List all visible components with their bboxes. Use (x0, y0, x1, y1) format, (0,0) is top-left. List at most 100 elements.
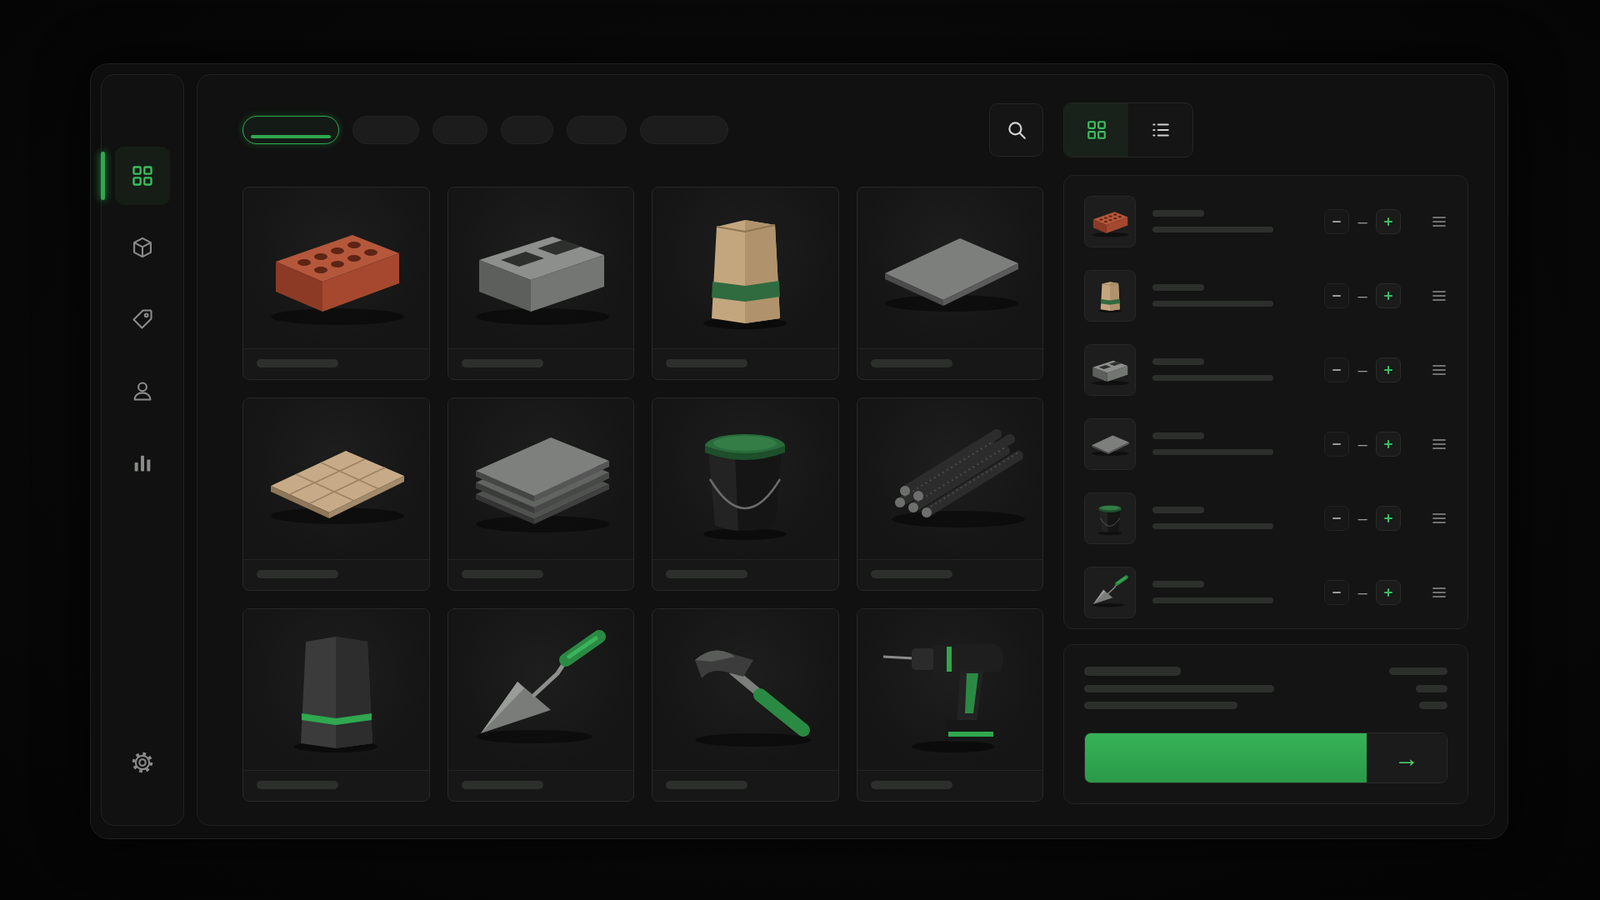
chart-icon (130, 450, 155, 475)
plus-button[interactable] (1375, 505, 1401, 531)
sidebar-item[interactable] (115, 290, 170, 349)
minus-button[interactable] (1324, 357, 1350, 383)
tag-icon (130, 307, 155, 331)
product-card[interactable] (447, 397, 635, 591)
category-tab[interactable] (500, 115, 554, 145)
checkout-button[interactable] (1085, 733, 1367, 783)
drag-handle-icon[interactable] (1430, 287, 1448, 305)
plus-button[interactable] (1375, 431, 1401, 457)
product-card[interactable] (651, 186, 840, 380)
quantity-control: – (1324, 209, 1401, 235)
cart-item: – (1084, 332, 1448, 407)
product-image (243, 187, 430, 349)
cart-item-text (1152, 580, 1308, 604)
plus-icon (1382, 512, 1395, 525)
plus-icon (1382, 215, 1395, 228)
product-image (448, 187, 635, 349)
product-image (857, 609, 1044, 770)
minus-icon (1330, 512, 1343, 525)
gear-icon (130, 750, 155, 775)
product-image (448, 609, 635, 770)
product-card[interactable] (651, 608, 840, 802)
category-tab[interactable] (640, 115, 729, 145)
category-tab[interactable] (566, 115, 627, 145)
quantity: – (1349, 213, 1376, 230)
quantity-control: – (1324, 357, 1401, 383)
minus-icon (1330, 586, 1343, 599)
label-placeholder (1084, 666, 1181, 676)
view-toggle (1063, 102, 1194, 158)
minus-icon (1330, 290, 1343, 302)
plus-button[interactable] (1375, 283, 1401, 309)
product-card[interactable] (242, 608, 430, 802)
minus-button[interactable] (1324, 431, 1350, 457)
product-card[interactable] (856, 608, 1045, 802)
detail-placeholder (1152, 375, 1274, 381)
product-image (652, 187, 839, 349)
minus-button[interactable] (1324, 580, 1350, 605)
drag-handle-icon[interactable] (1430, 361, 1448, 379)
name-placeholder (461, 780, 544, 790)
sidebar (100, 74, 185, 826)
product-image (857, 187, 1044, 349)
sidebar-item[interactable] (115, 433, 170, 492)
cart-thumbnail (1084, 566, 1136, 619)
product-image (857, 398, 1044, 560)
category-tab[interactable] (242, 115, 340, 145)
product-card[interactable] (242, 397, 430, 591)
settings-item[interactable] (115, 733, 170, 792)
minus-icon (1330, 438, 1343, 450)
cart-item-text (1152, 432, 1308, 455)
cube-icon (130, 235, 155, 260)
product-image (652, 609, 839, 770)
cart-item: – (1084, 480, 1448, 555)
value-placeholder (1415, 685, 1448, 693)
category-tabs (242, 115, 729, 145)
detail-placeholder (1152, 449, 1274, 455)
plus-button[interactable] (1375, 209, 1401, 235)
product-card[interactable] (447, 186, 635, 380)
minus-button[interactable] (1324, 283, 1350, 309)
label-placeholder (1084, 701, 1238, 710)
minus-button[interactable] (1324, 209, 1350, 235)
plus-icon (1382, 364, 1395, 376)
checkout-arrow-button[interactable]: → (1366, 733, 1447, 783)
sidebar-item[interactable] (115, 218, 170, 277)
grid-icon (130, 164, 155, 188)
view-grid-button[interactable] (1064, 103, 1129, 157)
product-footer (243, 770, 430, 801)
tab-indicator (250, 135, 331, 139)
category-tab[interactable] (432, 115, 488, 145)
name-placeholder (665, 780, 748, 790)
main-panel: ––––––→ (196, 74, 1495, 826)
product-card[interactable] (856, 397, 1045, 591)
quantity: – (1349, 435, 1376, 453)
drag-handle-icon[interactable] (1430, 435, 1448, 453)
product-image (652, 398, 839, 560)
drag-handle-icon[interactable] (1430, 584, 1448, 601)
category-tab[interactable] (352, 115, 420, 145)
product-grid (242, 186, 1044, 802)
cart-column: ––––––→ (1063, 103, 1469, 800)
product-card[interactable] (242, 186, 430, 380)
product-footer (448, 348, 635, 380)
drag-handle-icon[interactable] (1430, 213, 1448, 230)
app-window: ––––––→ (90, 63, 1509, 840)
sidebar-item[interactable] (115, 146, 170, 205)
view-list-button[interactable] (1128, 103, 1193, 157)
search-button[interactable] (989, 103, 1044, 157)
sidebar-item[interactable] (115, 361, 170, 420)
name-placeholder (870, 780, 953, 790)
product-card[interactable] (447, 608, 635, 802)
plus-button[interactable] (1375, 357, 1401, 383)
cart-item: – (1084, 555, 1448, 630)
product-card[interactable] (856, 186, 1045, 380)
catalog (242, 103, 1044, 800)
drag-handle-icon[interactable] (1430, 510, 1448, 527)
quantity-control: – (1324, 431, 1401, 457)
plus-button[interactable] (1375, 580, 1401, 605)
product-card[interactable] (651, 397, 840, 591)
minus-button[interactable] (1324, 505, 1350, 531)
name-placeholder (870, 359, 953, 368)
grid-icon (1085, 119, 1108, 141)
